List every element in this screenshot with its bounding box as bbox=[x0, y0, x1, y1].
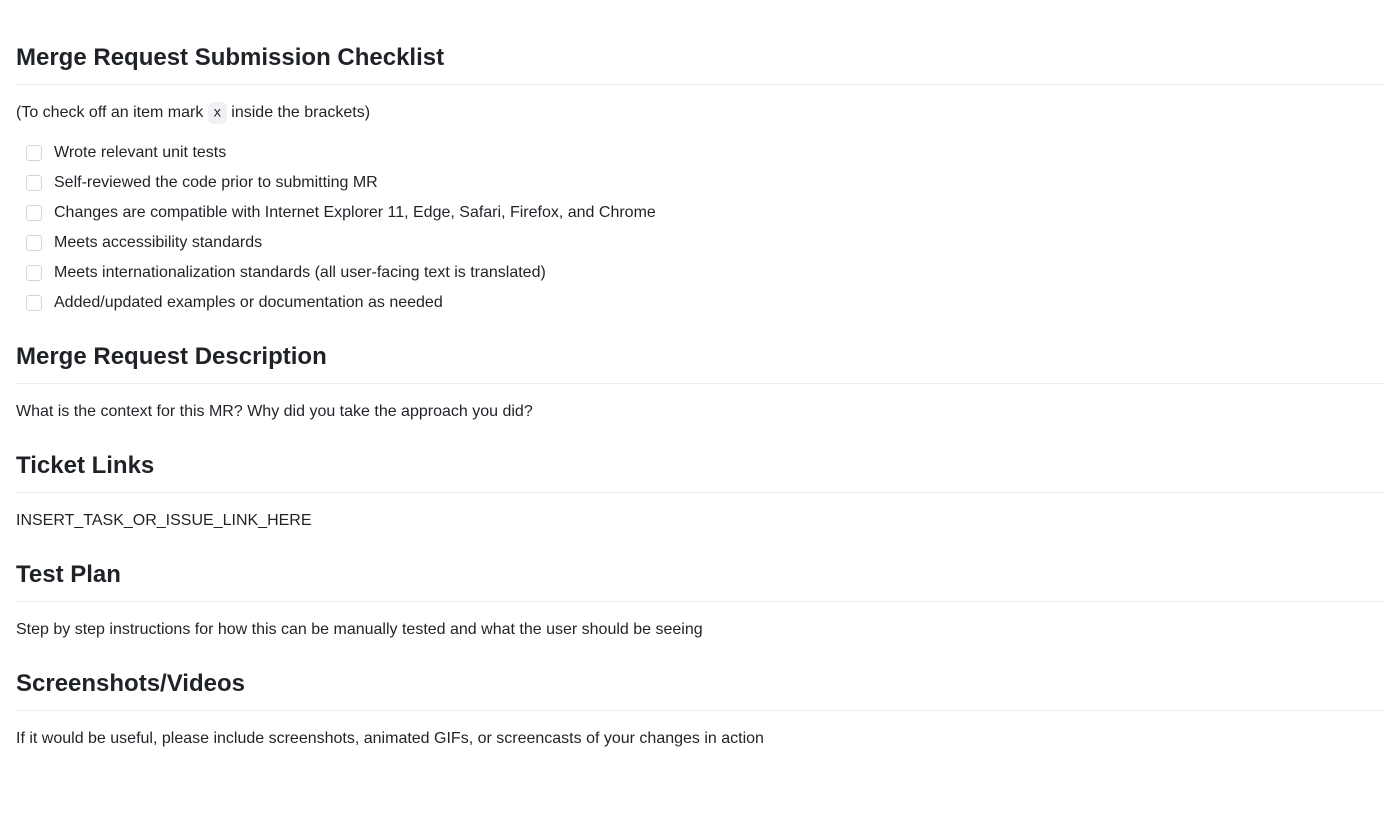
checklist-intro-code: x bbox=[208, 102, 227, 123]
checklist-label: Meets internationalization standards (al… bbox=[54, 261, 546, 285]
checklist-label: Self-reviewed the code prior to submitti… bbox=[54, 171, 378, 195]
checklist-item: Changes are compatible with Internet Exp… bbox=[26, 201, 1384, 225]
screenshots-body: If it would be useful, please include sc… bbox=[16, 727, 1384, 751]
checklist-item: Self-reviewed the code prior to submitti… bbox=[26, 171, 1384, 195]
checklist-checkbox[interactable] bbox=[26, 235, 42, 251]
test-plan-body: Step by step instructions for how this c… bbox=[16, 618, 1384, 642]
checklist-item: Added/updated examples or documentation … bbox=[26, 291, 1384, 315]
checklist-label: Added/updated examples or documentation … bbox=[54, 291, 443, 315]
checklist-heading: Merge Request Submission Checklist bbox=[16, 40, 1384, 85]
description-body: What is the context for this MR? Why did… bbox=[16, 400, 1384, 424]
checklist-intro-prefix: (To check off an item mark bbox=[16, 104, 208, 121]
checklist-label: Changes are compatible with Internet Exp… bbox=[54, 201, 656, 225]
test-plan-heading: Test Plan bbox=[16, 557, 1384, 602]
checklist-checkbox[interactable] bbox=[26, 205, 42, 221]
checklist-item: Wrote relevant unit tests bbox=[26, 141, 1384, 165]
checklist-task-list: Wrote relevant unit tests Self-reviewed … bbox=[16, 141, 1384, 315]
checklist-label: Meets accessibility standards bbox=[54, 231, 262, 255]
checklist-checkbox[interactable] bbox=[26, 145, 42, 161]
checklist-intro: (To check off an item mark x inside the … bbox=[16, 101, 1384, 125]
checklist-checkbox[interactable] bbox=[26, 265, 42, 281]
checklist-label: Wrote relevant unit tests bbox=[54, 141, 226, 165]
ticket-links-body: INSERT_TASK_OR_ISSUE_LINK_HERE bbox=[16, 509, 1384, 533]
description-heading: Merge Request Description bbox=[16, 339, 1384, 384]
checklist-item: Meets internationalization standards (al… bbox=[26, 261, 1384, 285]
screenshots-heading: Screenshots/Videos bbox=[16, 666, 1384, 711]
checklist-item: Meets accessibility standards bbox=[26, 231, 1384, 255]
checklist-checkbox[interactable] bbox=[26, 295, 42, 311]
ticket-links-heading: Ticket Links bbox=[16, 448, 1384, 493]
checklist-checkbox[interactable] bbox=[26, 175, 42, 191]
checklist-intro-suffix: inside the brackets) bbox=[227, 104, 370, 121]
